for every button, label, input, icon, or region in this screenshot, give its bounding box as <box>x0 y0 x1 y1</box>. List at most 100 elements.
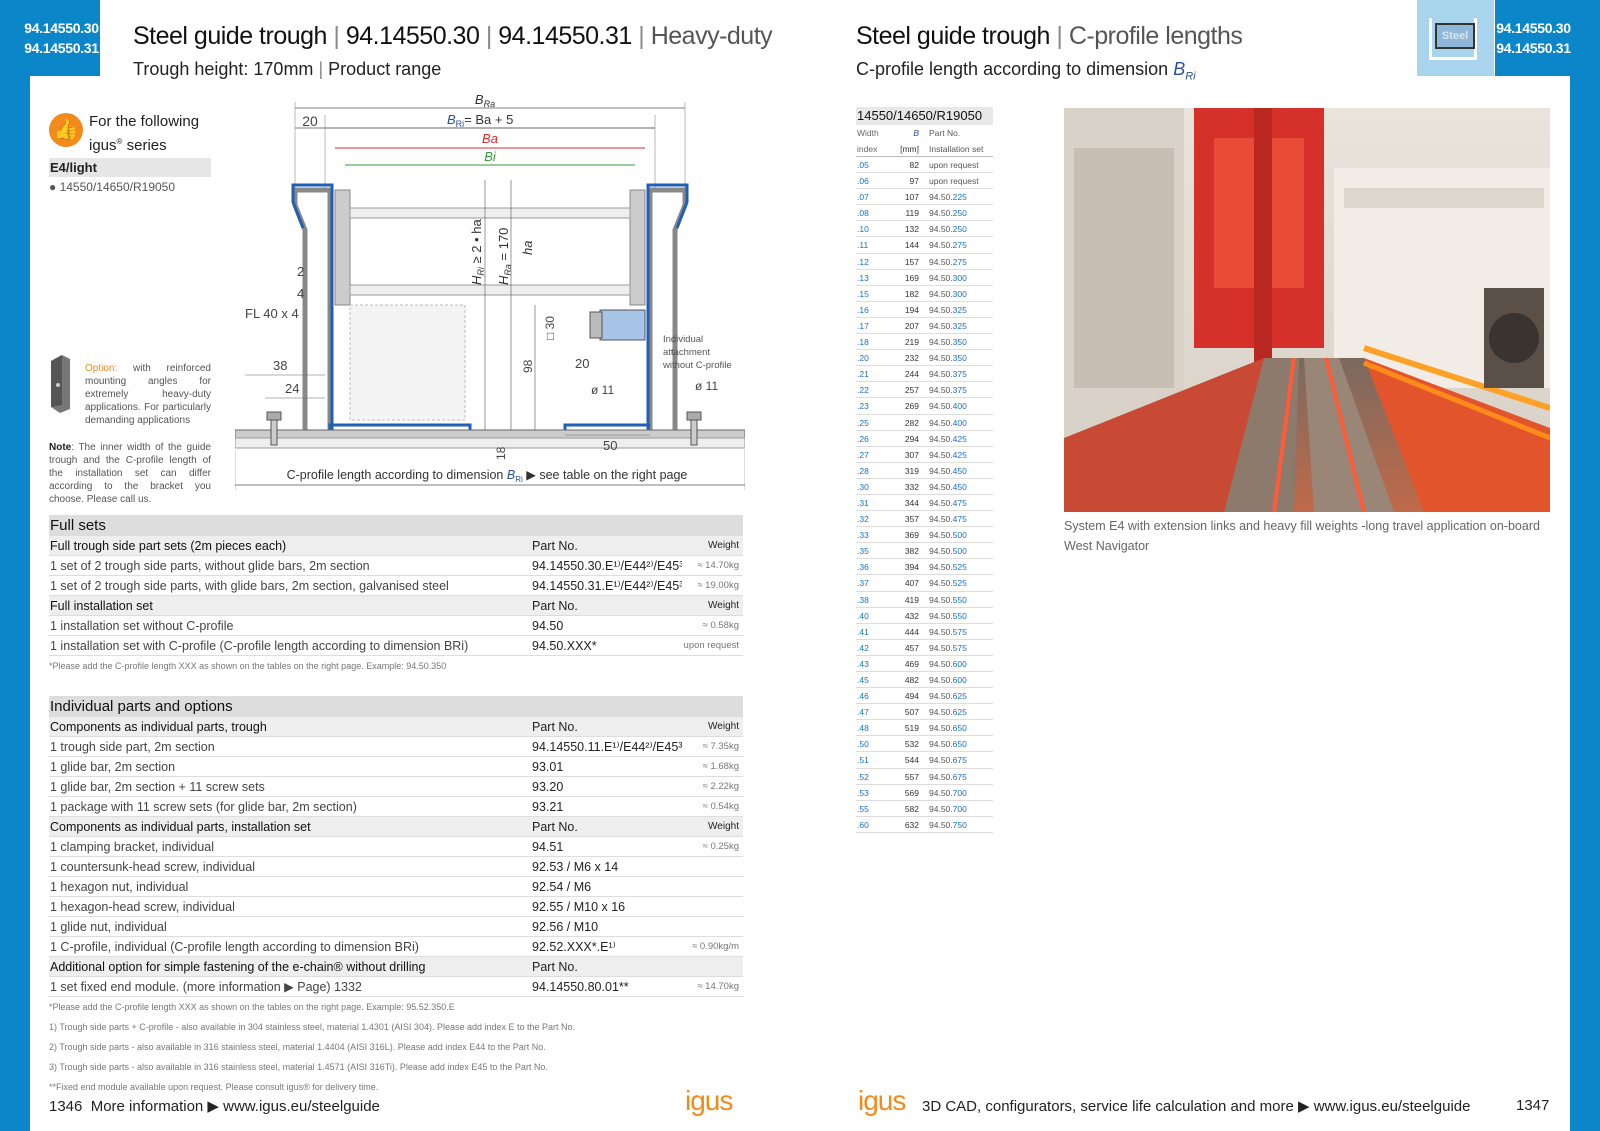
title-part: 94.14550.30 <box>345 22 480 50</box>
table-row: 1 glide nut, individual 92.56 / M10 <box>49 917 743 937</box>
cell: 94.50.675 <box>929 755 967 766</box>
cell: 94.50.500 <box>929 530 967 541</box>
table-row: .47 507 94.50.625 <box>856 704 993 721</box>
series-line: series <box>122 137 167 154</box>
cell: 94.50.375 <box>929 385 967 396</box>
cell: 282 <box>904 417 919 428</box>
igus-logo-left: igus <box>685 1085 733 1116</box>
cell: ≈ 0.90kg/m <box>692 941 739 952</box>
cell: .52 <box>857 771 869 782</box>
table-row: .22 257 94.50.375 <box>856 382 993 399</box>
cell: 319 <box>904 465 919 476</box>
cell: 519 <box>904 723 919 734</box>
cell: 344 <box>904 497 919 508</box>
footer-link[interactable]: More information ▶ www.igus.eu/steelguid… <box>91 1098 380 1115</box>
table-row: .42 457 94.50.575 <box>856 640 993 656</box>
cell: 569 <box>904 787 919 798</box>
header-cell: Weight <box>708 540 739 551</box>
table-row: 1 glide bar, 2m section + 11 screw sets 9… <box>49 777 743 797</box>
table-row: 1 set of 2 trough side parts, with glide… <box>49 576 743 596</box>
tab-line: 94.14550.31 <box>1496 40 1571 56</box>
note-body: : The inner width of the guide trough an… <box>49 442 211 505</box>
cell: .13 <box>857 272 869 283</box>
dim-11b: ø 11 <box>695 379 718 393</box>
cell: .46 <box>857 691 869 702</box>
cell: 1 package with 11 screw sets (for glide … <box>50 800 357 814</box>
page-title-right: Steel guide trough | C-profile lengths <box>856 22 1243 51</box>
cell: 482 <box>904 675 919 685</box>
series-bullet: ● 14550/14650/R19050 <box>49 180 176 194</box>
table-row: .48 519 94.50.650 <box>856 720 993 737</box>
subtitle-part: Trough height: 170mm <box>133 59 314 79</box>
table-row: .21 244 94.50.375 <box>856 366 993 383</box>
cell: ≈ 1.68kg <box>702 761 739 772</box>
cell: .05 <box>857 160 869 170</box>
cell: .35 <box>857 546 869 557</box>
cell: 94.50.650 <box>929 739 967 750</box>
cell: 132 <box>904 224 919 235</box>
title-sep: | <box>333 22 340 50</box>
cell: 94.50.400 <box>929 401 967 412</box>
table-row: .52 557 94.50.675 <box>856 769 993 785</box>
cell: 94.50.550 <box>929 594 967 605</box>
individual-parts-table: Individual parts and options Components … <box>49 696 743 1097</box>
dim-20-top: 20 <box>302 113 318 129</box>
cell: .06 <box>857 176 869 187</box>
table-row: .06 97 upon request <box>856 173 993 190</box>
dim-20: 20 <box>575 356 589 371</box>
dim-38: 38 <box>273 358 287 373</box>
cell: ≈ 0.58kg <box>702 620 739 631</box>
cell: 1 set fixed end module. (more informatio… <box>50 980 362 994</box>
title-part: C-profile lengths <box>1068 22 1243 50</box>
header-cell: Part No. <box>532 720 578 734</box>
dim-bri: BRi= Ba + 5 <box>447 112 513 129</box>
cell: 94.50.275 <box>929 256 967 267</box>
cell: 94.50.650 <box>929 723 967 734</box>
cell: .31 <box>857 497 869 508</box>
cell <box>682 897 743 916</box>
cell: .36 <box>857 562 869 573</box>
steel-badge: Steel <box>1417 0 1494 76</box>
cell: 119 <box>905 208 919 219</box>
cell: ≈ 2.22kg <box>702 781 739 792</box>
cell: 1 glide bar, 2m section <box>50 760 176 774</box>
table-row: 1 countersunk-head screw, individual 92.5… <box>49 857 743 877</box>
header-cell: Components as individual parts, installa… <box>50 820 311 834</box>
cell: 1 hexagon nut, individual <box>50 880 189 894</box>
cell: 369 <box>904 530 919 541</box>
cell: 232 <box>904 353 919 364</box>
cell: 1 set of 2 trough side parts, without gl… <box>50 559 370 573</box>
table-row: .60 632 94.50.750 <box>856 817 993 833</box>
table-row: 1 trough side part, 2m section 94.14550.1… <box>49 737 743 757</box>
footer-link[interactable]: 3D CAD, configurators, service life calc… <box>922 1098 1470 1115</box>
dim-ba: Ba <box>482 131 498 146</box>
page-number-right: 1347 <box>1516 1097 1550 1114</box>
footnote: 2) Trough side parts - also available in… <box>49 1042 546 1052</box>
cell: 94.50.300 <box>929 272 967 283</box>
right-part-tab: 94.14550.30 94.14550.31 <box>1495 0 1572 76</box>
cell: 93.01 <box>532 760 564 774</box>
cell: .18 <box>857 337 869 348</box>
cell: 92.55 / M10 x 16 <box>532 900 626 914</box>
cell: 94.50.350 <box>929 353 967 364</box>
title-sep: | <box>1056 22 1063 50</box>
cell: 357 <box>904 514 919 525</box>
cell: 94.50.250 <box>929 224 967 235</box>
subheader-cell: Part No. <box>929 128 961 138</box>
subtitle-sep: | <box>318 59 324 79</box>
cell: 1 C-profile, individual (C-profile lengt… <box>50 940 419 954</box>
cell: ≈ 19.00kg <box>697 580 739 591</box>
cell: 194 <box>904 304 919 315</box>
dim-98: 98 <box>521 359 535 373</box>
cell: .26 <box>857 433 869 444</box>
header-cell: Part No. <box>532 599 578 613</box>
table-row: 1 C-profile, individual (C-profile lengt… <box>49 937 743 957</box>
dim-bra: BRa <box>475 92 495 109</box>
subtitle-part: Product range <box>328 59 442 79</box>
header-cell: Part No. <box>532 960 578 974</box>
title-part: Steel guide trough <box>133 22 327 50</box>
cell: 92.52.XXX*.E¹⁾ <box>532 940 616 954</box>
cell: .16 <box>857 304 869 315</box>
footnote: 1) Trough side parts + C-profile - also … <box>49 1022 576 1032</box>
subtitle-sub: Ri <box>1185 70 1196 83</box>
